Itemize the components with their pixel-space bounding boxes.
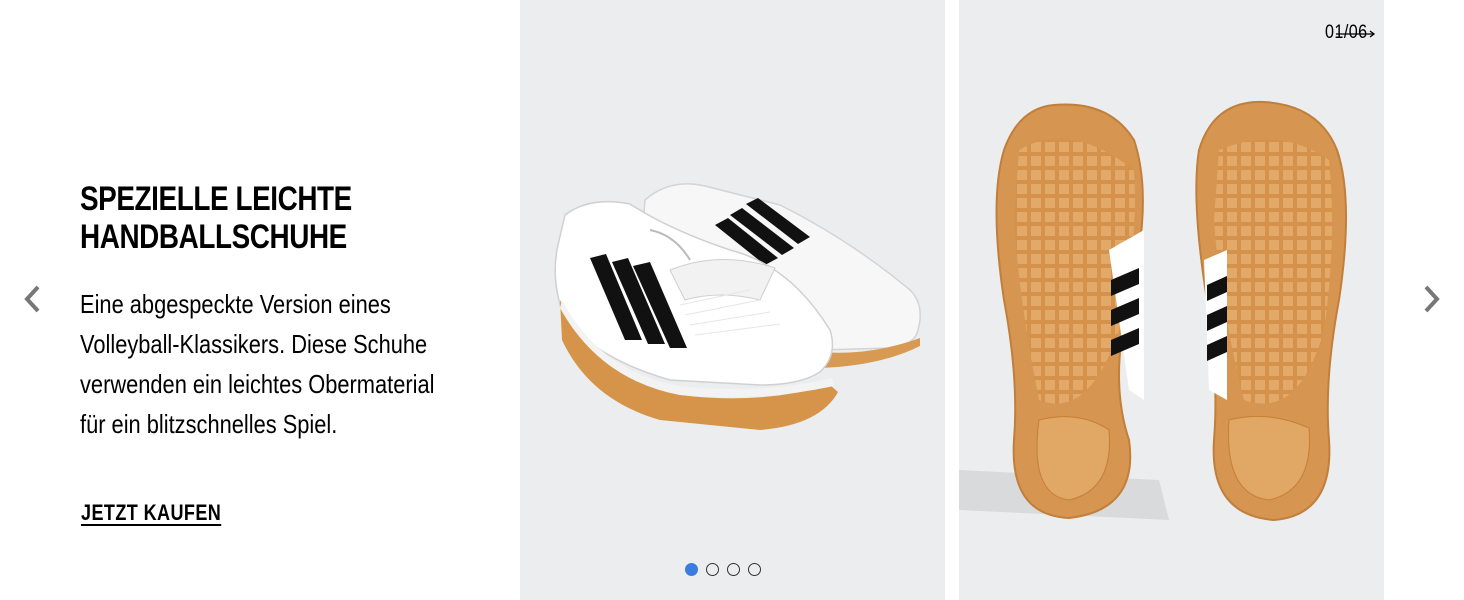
description-line: Eine abgespeckte Version eines: [80, 289, 391, 319]
hero-copy: SPEZIELLE LEICHTE HANDBALLSCHUHE: [80, 180, 460, 256]
hero-title: SPEZIELLE LEICHTE HANDBALLSCHUHE: [80, 180, 457, 256]
description-line: verwenden ein leichtes Obermaterial: [80, 369, 435, 399]
sneakers-pair-image: [554, 183, 921, 430]
slide-counter: 01/06: [1325, 22, 1368, 43]
carousel-dots: [685, 563, 761, 576]
carousel-prev-button[interactable]: [17, 284, 47, 314]
carousel-dot-1[interactable]: [685, 563, 698, 576]
shoe-soles-image: [959, 100, 1348, 522]
carousel-dot-4[interactable]: [748, 563, 761, 576]
shop-now-link[interactable]: JETZT KAUFEN: [81, 500, 221, 526]
hero-description: Eine abgespeckte Version eines Volleybal…: [80, 284, 450, 444]
description-line: Volleyball-Klassikers. Diese Schuhe: [80, 329, 428, 359]
carousel-dot-3[interactable]: [727, 563, 740, 576]
hero-title-line1: SPEZIELLE LEICHTE: [80, 180, 352, 218]
carousel-dot-2[interactable]: [706, 563, 719, 576]
product-image-panel-2[interactable]: [959, 0, 1384, 600]
description-line: für ein blitzschnelles Spiel.: [80, 409, 338, 439]
product-image-panel-1[interactable]: [520, 0, 945, 600]
chevron-left-icon: [24, 285, 40, 313]
chevron-right-icon: [1424, 285, 1440, 313]
hero-title-line2: HANDBALLSCHUHE: [80, 218, 347, 256]
carousel-next-button[interactable]: [1417, 284, 1447, 314]
